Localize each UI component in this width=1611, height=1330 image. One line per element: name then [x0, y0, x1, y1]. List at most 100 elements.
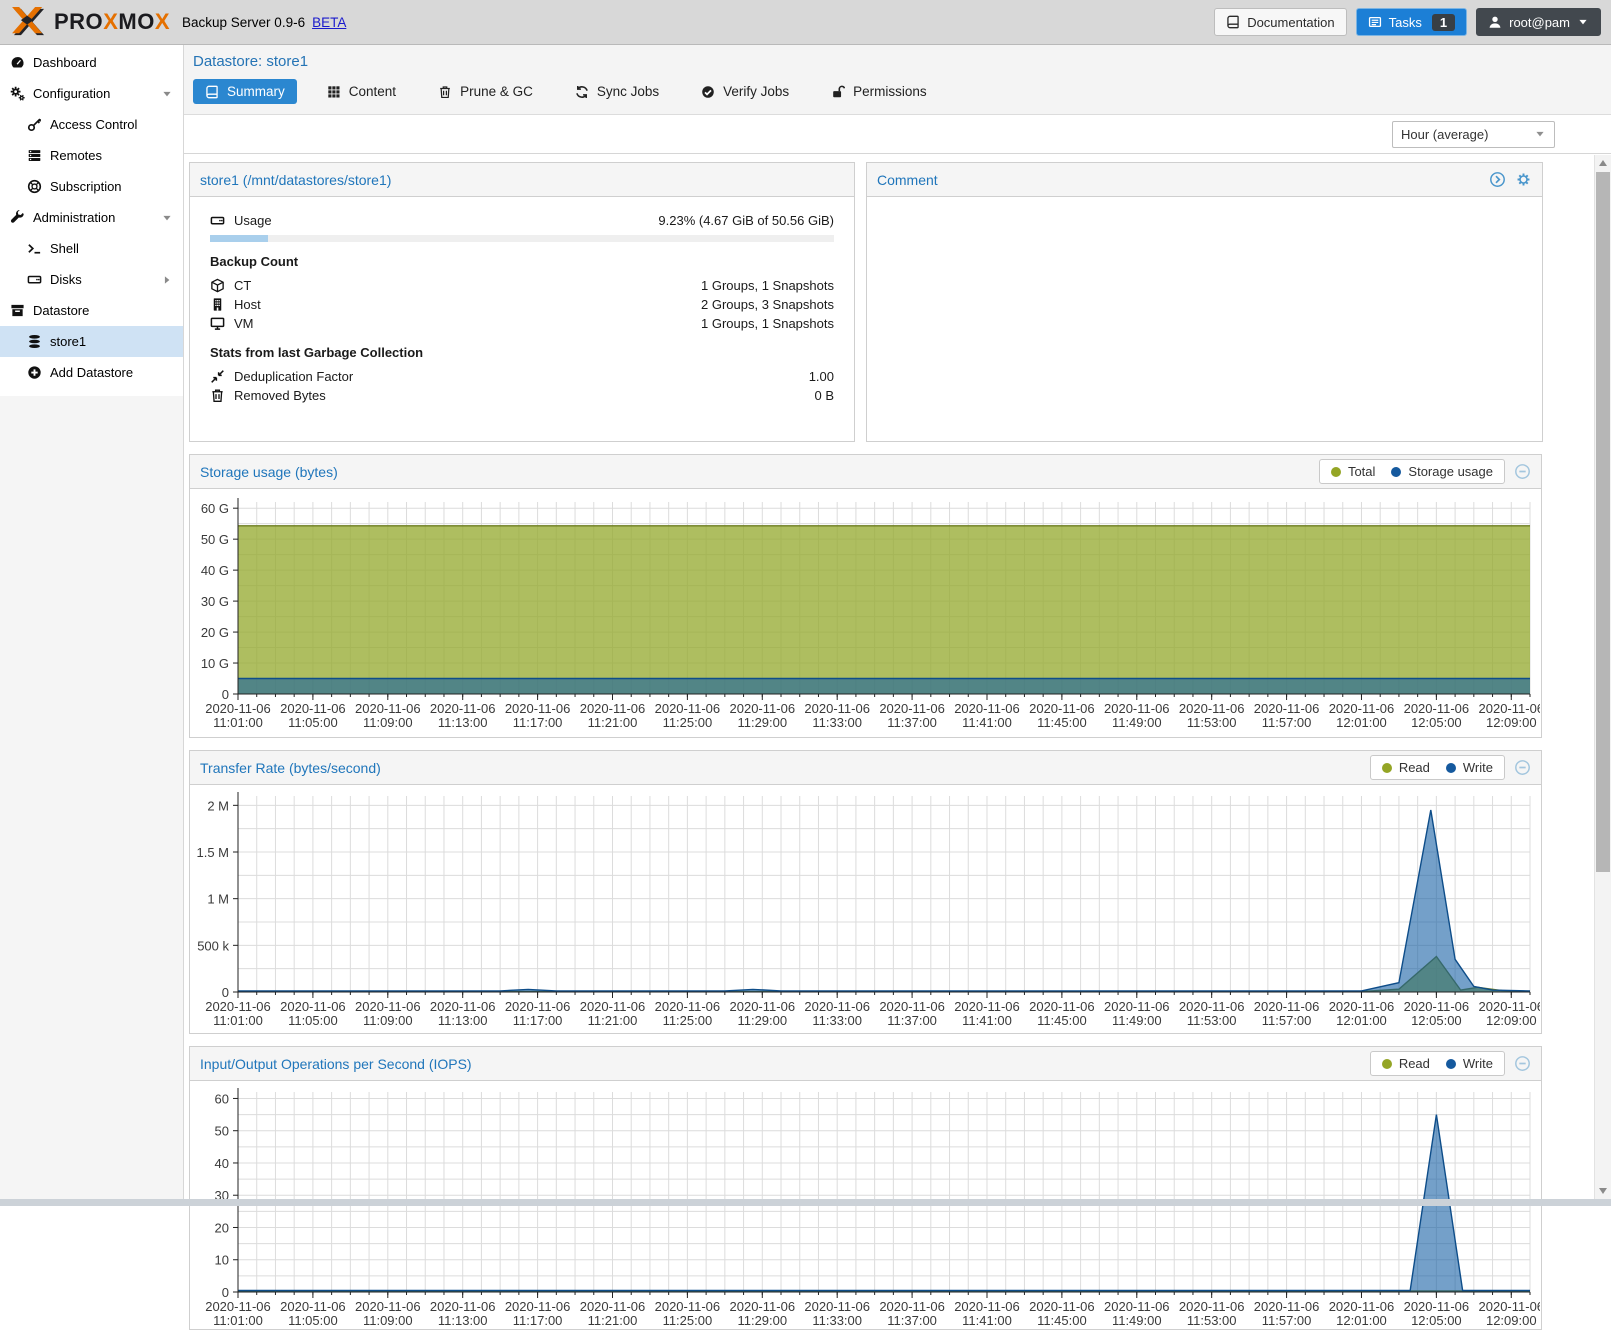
svg-text:2020-11-06: 2020-11-06: [355, 999, 421, 1014]
legend-dot: [1446, 763, 1456, 773]
svg-text:2020-11-06: 2020-11-06: [280, 701, 346, 716]
svg-text:11:53:00: 11:53:00: [1187, 1313, 1237, 1328]
tab-content[interactable]: Content: [315, 79, 408, 104]
svg-text:11:45:00: 11:45:00: [1037, 1313, 1087, 1328]
svg-text:40: 40: [215, 1156, 229, 1171]
collapse-minus-circle-icon[interactable]: [1514, 759, 1531, 776]
chart-legend: Read Write: [1370, 1051, 1505, 1076]
sidebar-item-administration[interactable]: Administration: [0, 202, 183, 233]
sidebar-item-store1[interactable]: store1: [0, 326, 183, 357]
svg-text:2020-11-06: 2020-11-06: [1029, 701, 1095, 716]
svg-text:2020-11-06: 2020-11-06: [879, 701, 945, 716]
svg-text:12:05:00: 12:05:00: [1411, 1013, 1462, 1028]
svg-text:11:01:00: 11:01:00: [213, 715, 263, 730]
svg-text:1.5 M: 1.5 M: [196, 845, 229, 860]
legend-item-storage-usage[interactable]: Storage usage: [1391, 464, 1493, 479]
collapse-minus-circle-icon[interactable]: [1514, 1055, 1531, 1072]
svg-text:2020-11-06: 2020-11-06: [1104, 999, 1170, 1014]
beta-link[interactable]: BETA: [312, 15, 346, 30]
svg-text:11:01:00: 11:01:00: [213, 1013, 263, 1028]
sidebar-item-shell[interactable]: Shell: [0, 233, 183, 264]
svg-text:12:01:00: 12:01:00: [1336, 715, 1387, 730]
collapse-minus-circle-icon[interactable]: [1514, 463, 1531, 480]
svg-text:2 M: 2 M: [207, 798, 229, 813]
svg-text:11:21:00: 11:21:00: [588, 1313, 638, 1328]
scroll-up-arrow[interactable]: [1595, 155, 1611, 171]
svg-text:2020-11-06: 2020-11-06: [1254, 701, 1320, 716]
svg-text:11:17:00: 11:17:00: [513, 715, 563, 730]
user-icon: [1488, 15, 1502, 29]
documentation-button[interactable]: Documentation: [1214, 8, 1346, 36]
svg-text:12:05:00: 12:05:00: [1411, 715, 1462, 730]
storage-usage-chart-panel: Storage usage (bytes) Total Storage usag…: [189, 454, 1542, 738]
chevron-down-icon: [1577, 16, 1589, 28]
settings-gear-icon[interactable]: [1515, 171, 1532, 188]
life-ring-icon: [27, 179, 42, 194]
compress-icon: [210, 369, 225, 384]
svg-text:10: 10: [215, 1253, 229, 1268]
host-building-icon: [210, 297, 225, 312]
tab-sync-jobs[interactable]: Sync Jobs: [563, 79, 671, 104]
scrollbar-thumb[interactable]: [1596, 172, 1610, 872]
tab-permissions[interactable]: Permissions: [819, 79, 939, 104]
svg-text:2020-11-06: 2020-11-06: [580, 999, 646, 1014]
svg-text:11:45:00: 11:45:00: [1037, 715, 1087, 730]
tab-summary[interactable]: Summary: [193, 79, 297, 104]
legend-item-total[interactable]: Total: [1331, 464, 1375, 479]
sync-icon: [575, 85, 589, 99]
sidebar-item-add-datastore[interactable]: Add Datastore: [0, 357, 183, 388]
timeframe-select[interactable]: Hour (average): [1392, 121, 1555, 148]
sidebar-item-datastore[interactable]: Datastore: [0, 295, 183, 326]
svg-text:11:49:00: 11:49:00: [1112, 1013, 1162, 1028]
chevron-down-icon: [1534, 128, 1546, 140]
user-menu-button[interactable]: root@pam: [1476, 8, 1601, 36]
legend-item-write[interactable]: Write: [1446, 760, 1493, 775]
svg-text:11:25:00: 11:25:00: [663, 1313, 713, 1328]
svg-text:2020-11-06: 2020-11-06: [1179, 1299, 1245, 1314]
svg-text:11:37:00: 11:37:00: [887, 1013, 937, 1028]
scroll-down-arrow[interactable]: [1595, 1183, 1611, 1199]
tab-verify-jobs[interactable]: Verify Jobs: [689, 79, 801, 104]
datastore-panel-title: store1 (/mnt/datastores/store1): [200, 172, 391, 188]
sidebar-item-disks[interactable]: Disks: [0, 264, 183, 295]
svg-text:2020-11-06: 2020-11-06: [1329, 1299, 1395, 1314]
caret-down-icon[interactable]: [161, 212, 173, 224]
svg-text:11:33:00: 11:33:00: [812, 715, 862, 730]
book-icon: [205, 85, 219, 99]
storage-usage-chart: 010 G20 G30 G40 G50 G60 G2020-11-0611:01…: [190, 489, 1541, 737]
svg-text:50: 50: [215, 1124, 229, 1139]
svg-text:11:09:00: 11:09:00: [363, 1013, 413, 1028]
svg-text:11:25:00: 11:25:00: [663, 715, 713, 730]
svg-text:2020-11-06: 2020-11-06: [280, 999, 346, 1014]
legend-item-read[interactable]: Read: [1382, 1056, 1430, 1071]
sidebar-item-subscription[interactable]: Subscription: [0, 171, 183, 202]
svg-text:2020-11-06: 2020-11-06: [655, 1299, 721, 1314]
svg-text:2020-11-06: 2020-11-06: [355, 701, 421, 716]
sidebar-item-dashboard[interactable]: Dashboard: [0, 47, 183, 78]
usage-row: Usage 9.23% (4.67 GiB of 50.56 GiB): [210, 210, 834, 230]
sidebar-item-configuration[interactable]: Configuration: [0, 78, 183, 109]
svg-text:0: 0: [222, 985, 229, 1000]
legend-dot: [1446, 1059, 1456, 1069]
svg-text:11:09:00: 11:09:00: [363, 1313, 413, 1328]
tasks-button[interactable]: Tasks 1: [1356, 8, 1467, 36]
svg-text:12:09:00: 12:09:00: [1486, 1013, 1537, 1028]
sidebar-item-access-control[interactable]: Access Control: [0, 109, 183, 140]
svg-text:2020-11-06: 2020-11-06: [430, 1299, 496, 1314]
legend-item-write[interactable]: Write: [1446, 1056, 1493, 1071]
legend-item-read[interactable]: Read: [1382, 760, 1430, 775]
svg-text:12:01:00: 12:01:00: [1336, 1313, 1387, 1328]
svg-text:30 G: 30 G: [201, 594, 229, 609]
chevron-circle-right-icon[interactable]: [1489, 171, 1506, 188]
comment-body[interactable]: [867, 197, 1542, 441]
caret-down-icon[interactable]: [161, 88, 173, 100]
svg-text:2020-11-06: 2020-11-06: [879, 1299, 945, 1314]
sidebar-tree: Dashboard Configuration Access Control R…: [0, 45, 183, 396]
svg-text:12:09:00: 12:09:00: [1486, 1313, 1537, 1328]
sidebar-item-remotes[interactable]: Remotes: [0, 140, 183, 171]
svg-text:12:01:00: 12:01:00: [1336, 1013, 1387, 1028]
vertical-scrollbar[interactable]: [1594, 155, 1611, 1199]
caret-right-icon[interactable]: [161, 274, 173, 286]
tab-prune-gc[interactable]: Prune & GC: [426, 79, 545, 104]
backup-count-row-vm: VM 1 Groups, 1 Snapshots: [210, 314, 834, 333]
